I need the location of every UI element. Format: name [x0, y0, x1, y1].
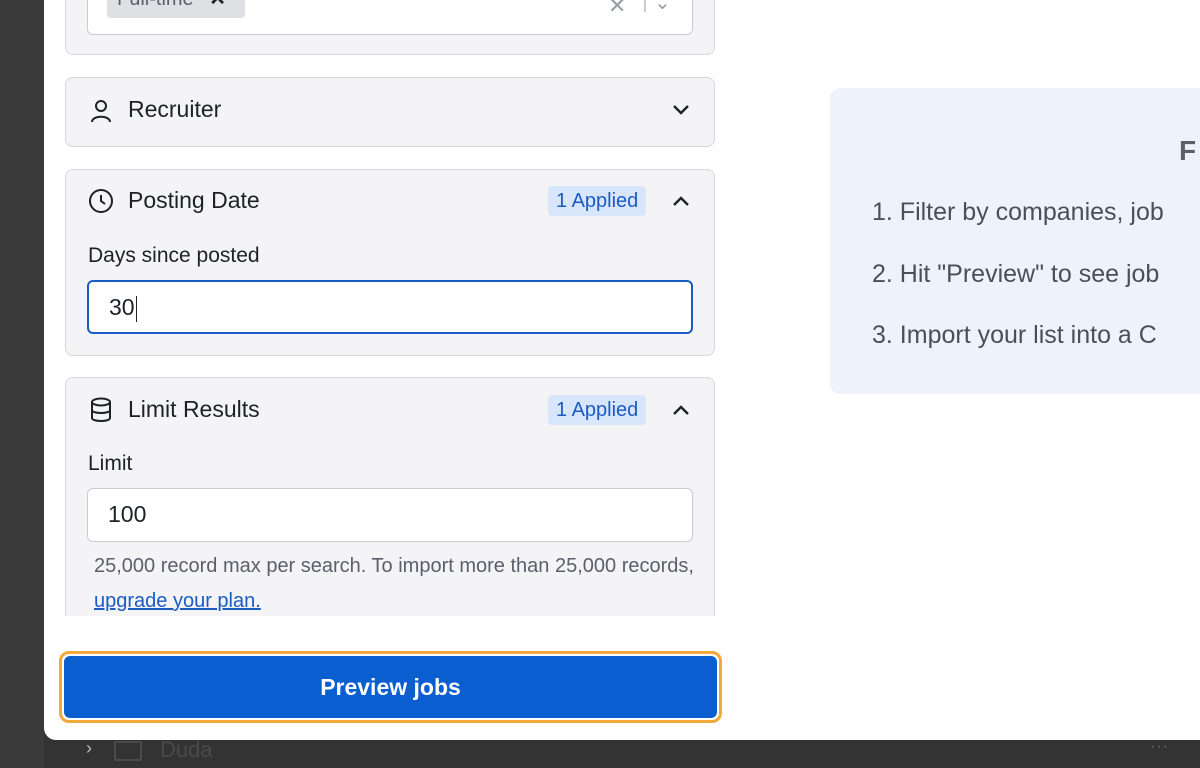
days-since-posted-label: Days since posted	[88, 244, 260, 267]
days-since-posted-input[interactable]: 30	[87, 280, 693, 334]
folder-icon	[114, 741, 142, 761]
recruiter-title: Recruiter	[128, 96, 222, 122]
recruiter-card[interactable]: Recruiter	[65, 77, 715, 147]
text-caret	[135, 295, 138, 322]
info-step-3: 3. Import your list into a C	[872, 321, 1157, 349]
database-icon	[88, 397, 114, 423]
info-step-2: 2. Hit "Preview" to see job	[872, 260, 1160, 288]
limit-label: Limit	[88, 452, 133, 475]
limit-help-text: 25,000 record max per search. To import …	[94, 549, 694, 616]
search-modal: Full-time ✕ ✕ ⌄ Recruiter Posting Da	[44, 0, 1200, 740]
applied-badge: 1 Applied	[548, 395, 647, 425]
employment-type-card: Full-time ✕ ✕ ⌄	[65, 0, 715, 55]
chevron-up-icon[interactable]	[670, 399, 692, 421]
chevron-down-icon[interactable]	[670, 99, 692, 121]
background-row-label: Duda	[160, 737, 213, 762]
clear-selection-icon[interactable]: ✕	[608, 0, 626, 31]
employment-type-select[interactable]: Full-time ✕ ✕ ⌄	[87, 0, 693, 35]
limit-value: 100	[108, 501, 147, 527]
select-divider	[644, 0, 646, 12]
limit-results-title: Limit Results	[128, 396, 260, 422]
info-step-1: 1. Filter by companies, job	[872, 198, 1164, 226]
employment-chip-label: Full-time	[117, 0, 194, 10]
chevron-right-icon: ›	[86, 738, 92, 758]
days-since-posted-value: 30	[109, 294, 135, 320]
how-it-works-panel: F 1. Filter by companies, job 2. Hit "Pr…	[830, 88, 1200, 394]
limit-input[interactable]: 100	[87, 488, 693, 542]
chip-remove-icon[interactable]: ✕	[209, 0, 226, 10]
chevron-up-icon[interactable]	[670, 190, 692, 212]
posting-date-card: Posting Date 1 Applied Days since posted…	[65, 169, 715, 356]
person-icon	[88, 98, 114, 124]
posting-date-title: Posting Date	[128, 187, 260, 213]
chevron-down-icon[interactable]: ⌄	[654, 0, 671, 29]
employment-chip: Full-time ✕	[107, 0, 245, 18]
filters-panel: Full-time ✕ ✕ ⌄ Recruiter Posting Da	[44, 0, 734, 616]
limit-help-body: 25,000 record max per search. To import …	[94, 555, 694, 577]
upgrade-plan-link[interactable]: upgrade your plan.	[94, 590, 261, 612]
preview-jobs-button[interactable]: Preview jobs	[64, 656, 717, 718]
applied-badge: 1 Applied	[548, 186, 647, 216]
clock-icon	[88, 188, 114, 214]
limit-results-card: Limit Results 1 Applied Limit 100 25,000…	[65, 377, 715, 616]
more-options-icon: ···	[1150, 738, 1169, 755]
preview-button-focus-ring: Preview jobs	[59, 651, 722, 723]
info-heading: F	[1179, 135, 1197, 166]
